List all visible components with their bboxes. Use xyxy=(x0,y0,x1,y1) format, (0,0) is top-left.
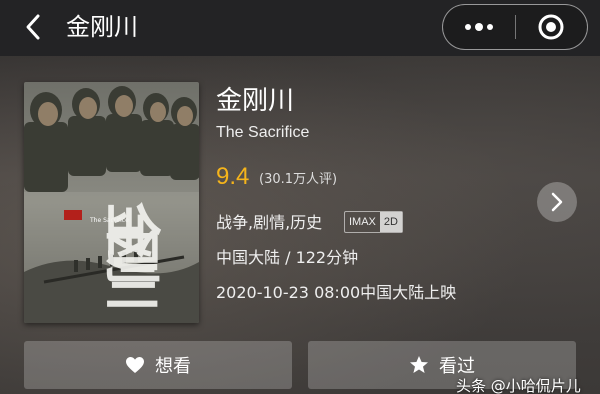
chevron-left-icon xyxy=(26,14,40,40)
mini-program-capsule xyxy=(442,4,588,50)
watermark: 头条 @小哈侃片儿 xyxy=(456,377,581,394)
imax-badge: IMAX xyxy=(349,216,376,228)
want-to-watch-button[interactable]: 想看 xyxy=(24,341,292,389)
more-button[interactable] xyxy=(443,5,515,49)
back-button[interactable] xyxy=(18,12,48,42)
movie-english-title: The Sacrifice xyxy=(216,124,310,141)
detail-arrow-button[interactable] xyxy=(537,182,577,222)
want-to-watch-label: 想看 xyxy=(155,356,191,377)
movie-score: 9.4 xyxy=(216,163,250,190)
format-badge: IMAX 2D xyxy=(344,211,403,233)
rating-count: (30.1万人评) xyxy=(259,172,338,187)
navigation-bar: 金刚川 xyxy=(0,0,600,56)
movie-poster[interactable]: The Sacrifice 金刚川 xyxy=(24,82,199,323)
movie-title: 金刚川 xyxy=(216,86,295,116)
watched-label: 看过 xyxy=(439,356,475,377)
heart-icon xyxy=(126,357,144,373)
poster-title: 金刚川 xyxy=(98,201,164,312)
star-icon xyxy=(410,356,428,373)
chevron-right-icon xyxy=(551,192,563,212)
nav-title: 金刚川 xyxy=(66,13,138,41)
close-button[interactable] xyxy=(516,5,588,49)
target-circle-icon xyxy=(538,14,564,40)
region-duration: 中国大陆 / 122分钟 xyxy=(216,248,359,267)
2d-badge: 2D xyxy=(379,212,402,232)
movie-genres: 战争,剧情,历史 xyxy=(216,213,323,232)
more-dots-icon xyxy=(464,23,493,31)
release-date: 2020-10-23 08:00中国大陆上映 xyxy=(216,283,457,302)
